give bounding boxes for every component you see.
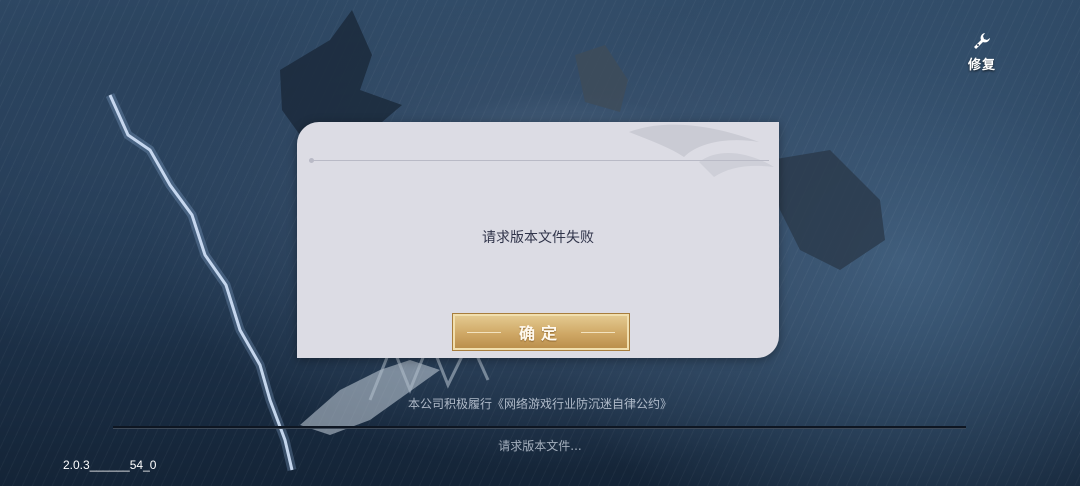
lightning-glow [105,93,297,472]
loading-status: 请求版本文件... [498,439,582,453]
anti-addiction-notice: 本公司积极履行《网络游戏行业防沉迷自律公约》 [407,397,672,411]
lightning-bolt [108,94,294,471]
loading-progress-bar [113,426,966,429]
button-ornament-right [581,332,615,333]
dragon-horn [575,45,628,112]
button-ornament-left [467,332,501,333]
wrench-icon [974,33,990,49]
error-dialog: 请求版本文件失败 确定 [297,122,779,358]
repair-button[interactable]: 修复 [964,30,1000,73]
repair-label: 修复 [967,58,996,73]
dragon-body [770,150,885,270]
confirm-button[interactable]: 确定 [453,314,629,350]
confirm-label: 确定 [518,324,563,343]
game-loading-screen: 修复 请求版本文件失败 确定 本公司积极履行《网络游戏行业防沉迷自律公约》 请求… [0,0,1080,486]
dialog-divider [309,158,769,163]
dialog-ornament [629,124,774,177]
version-label: 2.0.3______54_0 [63,458,157,472]
dialog-message: 请求版本文件失败 [482,230,594,246]
dragon-head [280,10,402,135]
